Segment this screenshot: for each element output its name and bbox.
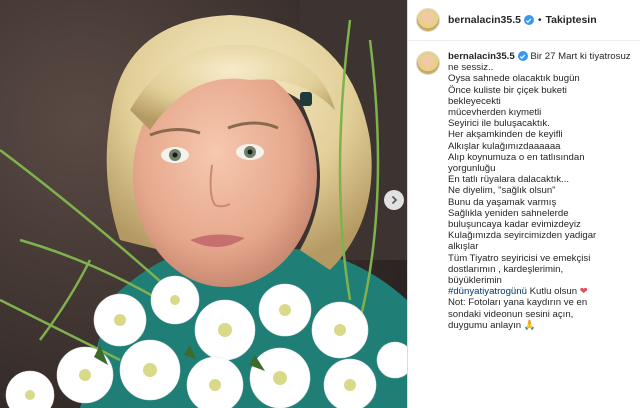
caption-line: Bunu da yaşamak varmış — [448, 196, 557, 208]
note-line: duygumu anlayın 🙏 — [448, 319, 536, 331]
verified-badge-icon — [517, 51, 528, 62]
caption-line: Sağlıkla yeniden sahnelerde — [448, 207, 569, 219]
next-photo-button[interactable] — [384, 190, 404, 210]
heart-icon: ❤ — [579, 286, 588, 298]
avatar[interactable] — [416, 8, 440, 32]
chevron-right-icon — [391, 195, 398, 205]
post-header: bernalacin35.5 • Takiptesin — [408, 0, 640, 41]
post-caption: bernalacin35.5 Bir 27 Mart ki tiyatrosuz… — [408, 41, 640, 331]
caption-line: buluşuncaya kadar evimizdeyiz — [448, 219, 581, 231]
caption-line: Önce kuliste bir çiçek buketi — [448, 84, 567, 96]
caption-line: Kulağımızda seyircimizden yadigar — [448, 230, 597, 242]
caption-line: Alıp koynumuza o en tatlısından — [448, 151, 585, 163]
instagram-post: bernalacin35.5 • Takiptesin bernalacin35… — [0, 0, 640, 408]
hashtag-suffix: Kutlu olsun — [526, 286, 578, 298]
verified-badge-icon — [523, 15, 534, 25]
caption-line: dostlarımın , kardeşlerimin, — [448, 263, 564, 275]
caption-line: mücevherden kıymetli — [448, 107, 542, 119]
caption-text: bernalacin35.5 Bir 27 Mart ki tiyatrosuz… — [448, 51, 632, 331]
caption-line: Seyirici ile buluşacaktık. — [448, 118, 550, 130]
caption-line: Alkışlar kulağımızdaaaaaa — [448, 140, 561, 152]
caption-line: Oysa sahnede olacaktık bugün — [448, 73, 580, 85]
note-line: sondaki videonun sesini açın, — [448, 308, 574, 320]
caption-line: Her akşamkinden de keyifli — [448, 129, 563, 141]
caption-line: En tatlı rüyalara dalacaktık... — [448, 174, 570, 186]
caption-line: bekleyecekti — [448, 95, 501, 107]
post-sidebar: bernalacin35.5 • Takiptesin bernalacin35… — [407, 0, 640, 408]
caption-line: Tüm Tiyatro seyiricisi ve emekçisi — [448, 252, 591, 264]
caption-first-line: bernalacin35.5 Bir 27 Mart ki tiyatrosuz… — [448, 51, 631, 73]
following-button[interactable]: Takiptesin — [545, 14, 596, 26]
caption-line: büyüklerimin — [448, 275, 502, 287]
note-line: Not: Fotoları yana kaydırın ve en — [448, 297, 588, 309]
caption-avatar[interactable] — [416, 51, 440, 75]
hashtag-link[interactable]: #dünyatiyatrogünü — [448, 286, 527, 297]
post-photo[interactable] — [0, 0, 407, 408]
username-link[interactable]: bernalacin35.5 — [448, 14, 521, 26]
portrait-image — [0, 0, 407, 408]
caption-line: yorgunluğu — [448, 163, 496, 175]
caption-line: Ne diyelim, "sağlık olsun" — [448, 185, 556, 197]
separator-dot: • — [537, 14, 542, 26]
caption-username-link[interactable]: bernalacin35.5 — [448, 51, 515, 62]
caption-line: alkışlar — [448, 241, 479, 253]
hashtag-line: #dünyatiyatrogünü Kutlu olsun ❤ — [448, 286, 632, 297]
